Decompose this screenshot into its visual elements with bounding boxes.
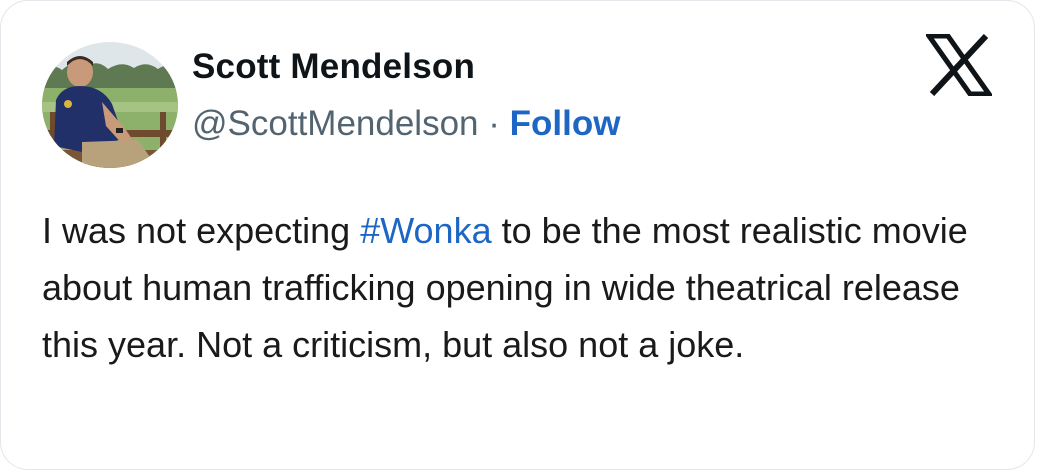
author-handle[interactable]: @ScottMendelson: [192, 104, 479, 143]
tweet-text-before: I was not expecting: [42, 210, 361, 251]
tweet-card: Scott Mendelson @ScottMendelson · Follow…: [0, 0, 1035, 470]
author-handle-line: @ScottMendelson · Follow: [192, 104, 620, 144]
hashtag-link[interactable]: #Wonka: [360, 210, 491, 251]
x-logo-icon[interactable]: [926, 34, 992, 96]
handle-separator: ·: [478, 104, 510, 143]
author-name[interactable]: Scott Mendelson: [192, 47, 475, 87]
follow-button[interactable]: Follow: [510, 104, 621, 143]
avatar[interactable]: [42, 42, 178, 168]
tweet-text: I was not expecting #Wonka to be the mos…: [42, 202, 1002, 373]
avatar-photo: [42, 42, 178, 168]
